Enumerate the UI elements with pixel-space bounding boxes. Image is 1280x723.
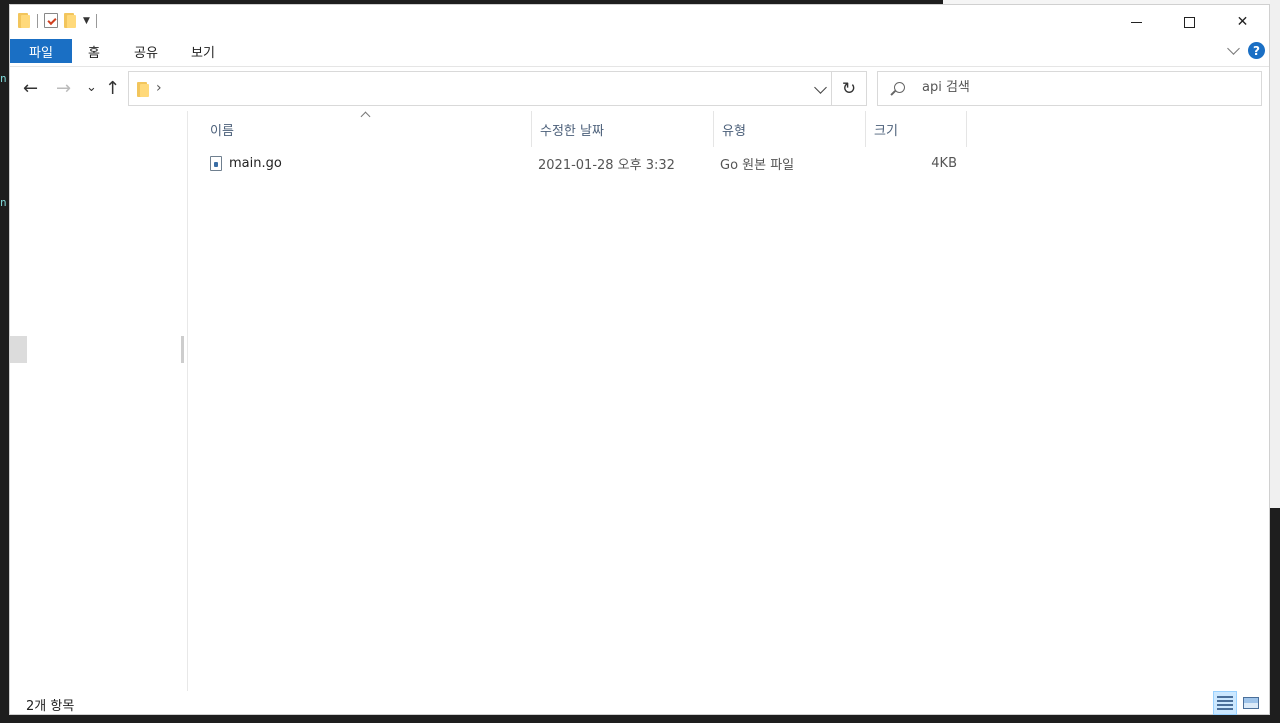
maximize-icon bbox=[1184, 16, 1195, 28]
item-count: 2개 항목 bbox=[26, 699, 75, 714]
column-header-type[interactable]: 유형 bbox=[714, 111, 864, 147]
up-button[interactable]: ↑ bbox=[105, 79, 120, 99]
search-input[interactable] bbox=[922, 80, 1242, 95]
column-headers: 이름 수정한 날짜 유형 크기 bbox=[188, 111, 988, 147]
customize-dropdown-icon[interactable]: ▼ bbox=[83, 16, 90, 26]
tiles-view-button[interactable] bbox=[1239, 691, 1263, 715]
tab-share[interactable]: 공유 bbox=[126, 39, 166, 63]
background-desktop bbox=[1270, 508, 1280, 723]
file-size: 4KB bbox=[931, 155, 957, 171]
tiles-view-icon bbox=[1243, 697, 1259, 709]
recent-locations-button[interactable]: ⌄ bbox=[86, 78, 97, 98]
tab-view[interactable]: 보기 bbox=[183, 39, 223, 63]
address-bar[interactable]: › bbox=[128, 71, 832, 106]
address-history-dropdown[interactable] bbox=[814, 81, 827, 94]
go-file-icon bbox=[210, 155, 222, 171]
navigation-pane[interactable] bbox=[10, 111, 187, 691]
column-header-modified[interactable]: 수정한 날짜 bbox=[532, 111, 712, 147]
close-icon: ✕ bbox=[1236, 14, 1249, 30]
file-modified: 2021-01-28 오후 3:32 bbox=[538, 157, 675, 173]
navigation-bar: ← → ⌄ ↑ › ↻ bbox=[10, 67, 1269, 111]
help-icon[interactable]: ? bbox=[1248, 42, 1265, 59]
file-explorer-window: ▼ ✕ 파일 홈 공유 보기 ? ← → ⌄ ↑ › ↻ api 검색 이름 수… bbox=[9, 4, 1270, 715]
nav-pane-scroll-thumb[interactable] bbox=[10, 336, 27, 363]
minimize-button[interactable] bbox=[1110, 5, 1163, 39]
ribbon-tabs: 파일 홈 공유 보기 ? bbox=[10, 39, 1269, 67]
table-row[interactable]: main.go 2021-01-28 오후 3:32 Go 원본 파일 4KB bbox=[206, 151, 1006, 175]
folder-icon bbox=[137, 82, 150, 97]
column-header-size[interactable]: 크기 bbox=[866, 111, 965, 147]
tab-home[interactable]: 홈 bbox=[80, 39, 108, 63]
breadcrumb-separator[interactable]: › bbox=[156, 80, 162, 96]
file-name: main.go bbox=[229, 155, 282, 171]
back-button[interactable]: ← bbox=[23, 79, 38, 99]
status-bar: 2개 항목 bbox=[10, 691, 1269, 716]
quick-access-toolbar: ▼ bbox=[18, 13, 97, 28]
search-icon bbox=[894, 82, 905, 93]
details-view-button[interactable] bbox=[1213, 691, 1237, 715]
new-folder-icon[interactable] bbox=[64, 13, 77, 28]
file-list: 이름 수정한 날짜 유형 크기 main.go 2021-01-28 오후 3:… bbox=[188, 111, 1269, 691]
background-editor-text: n bbox=[0, 196, 7, 209]
toolbar-divider bbox=[37, 13, 38, 28]
close-button[interactable]: ✕ bbox=[1216, 5, 1269, 39]
tab-file[interactable]: 파일 bbox=[10, 39, 72, 63]
maximize-button[interactable] bbox=[1163, 5, 1216, 39]
title-bar: ▼ ✕ bbox=[10, 5, 1269, 39]
details-view-icon bbox=[1217, 696, 1233, 710]
view-toggle bbox=[1213, 691, 1263, 715]
file-type: Go 원본 파일 bbox=[720, 157, 795, 173]
ribbon-controls: ? bbox=[1227, 42, 1265, 59]
column-divider[interactable] bbox=[966, 111, 967, 147]
background-editor-text: n bbox=[0, 72, 7, 85]
minimize-icon bbox=[1131, 21, 1142, 23]
window-controls: ✕ bbox=[1110, 5, 1269, 39]
forward-button[interactable]: → bbox=[56, 79, 71, 99]
properties-icon[interactable] bbox=[44, 13, 58, 28]
search-box[interactable] bbox=[877, 71, 1262, 106]
toolbar-divider bbox=[95, 13, 97, 28]
file-name-cell: main.go bbox=[210, 151, 282, 175]
expand-ribbon-icon[interactable] bbox=[1227, 42, 1240, 55]
folder-icon bbox=[18, 13, 31, 28]
refresh-button[interactable]: ↻ bbox=[832, 71, 867, 106]
nav-pane-resize-handle[interactable] bbox=[181, 336, 184, 363]
